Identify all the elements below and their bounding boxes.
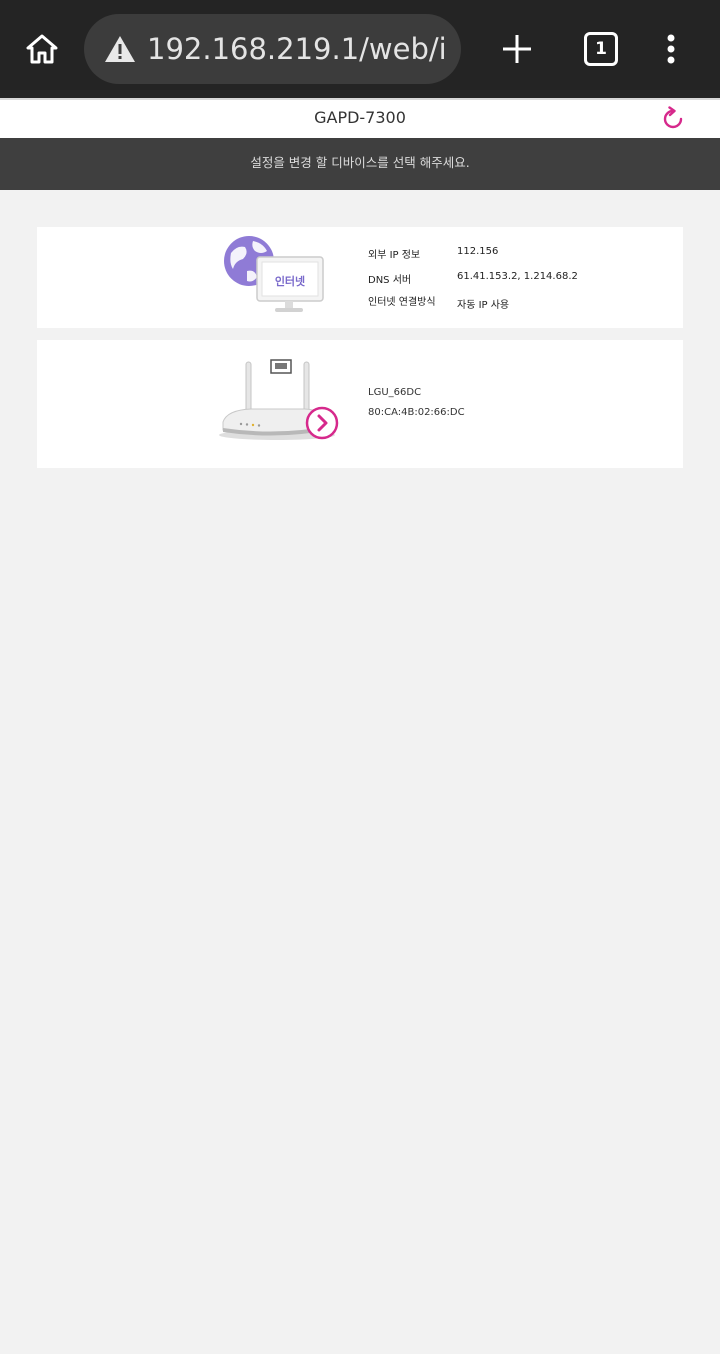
internet-illustration: 인터넷	[224, 236, 324, 312]
notice-bar: 설정을 변경 할 디바이스를 선택 해주세요.	[0, 138, 720, 190]
refresh-button[interactable]	[660, 106, 686, 132]
address-bar[interactable]: 192.168.219.1/web/i	[84, 14, 461, 84]
home-icon	[26, 34, 58, 64]
connection-type-label: 인터넷 연결방식	[368, 297, 436, 308]
refresh-icon	[663, 106, 683, 129]
more-vert-icon	[667, 34, 675, 64]
tab-count-icon: 1	[584, 32, 618, 66]
new-tab-button[interactable]	[487, 19, 547, 79]
warning-icon	[105, 36, 135, 62]
connection-type-value: 자동 IP 사용	[457, 300, 510, 311]
external-ip-label: 외부 IP 정보	[368, 250, 421, 261]
plus-icon	[503, 35, 531, 63]
dns-server-value: 61.41.153.2, 1.214.68.2	[457, 271, 578, 282]
url-text: 192.168.219.1/web/i	[147, 32, 447, 66]
device-detail-button[interactable]	[305, 406, 339, 440]
internet-status-card: 인터넷 외부 IP 정보 112.156 DNS 서버 61.41.153.2,…	[37, 227, 683, 328]
external-ip-value: 112.156	[457, 246, 499, 257]
notice-text: 설정을 변경 할 디바이스를 선택 해주세요.	[250, 155, 470, 170]
chevron-right-circle-icon	[305, 406, 339, 440]
browser-menu-button[interactable]	[641, 19, 701, 79]
router-device-card[interactable]: LGU_66DC 80:CA:4B:02:66:DC	[37, 340, 683, 468]
internet-label: 인터넷	[275, 274, 305, 288]
page-title: GAPD-7300	[314, 108, 406, 127]
page-header: GAPD-7300	[0, 100, 720, 138]
device-ssid: LGU_66DC	[368, 387, 422, 398]
tab-switcher-button[interactable]: 1	[571, 19, 631, 79]
home-button[interactable]	[12, 19, 72, 79]
dns-server-label: DNS 서버	[368, 275, 412, 286]
device-mac-address: 80:CA:4B:02:66:DC	[368, 407, 465, 418]
browser-toolbar: 192.168.219.1/web/i 1	[0, 0, 720, 98]
